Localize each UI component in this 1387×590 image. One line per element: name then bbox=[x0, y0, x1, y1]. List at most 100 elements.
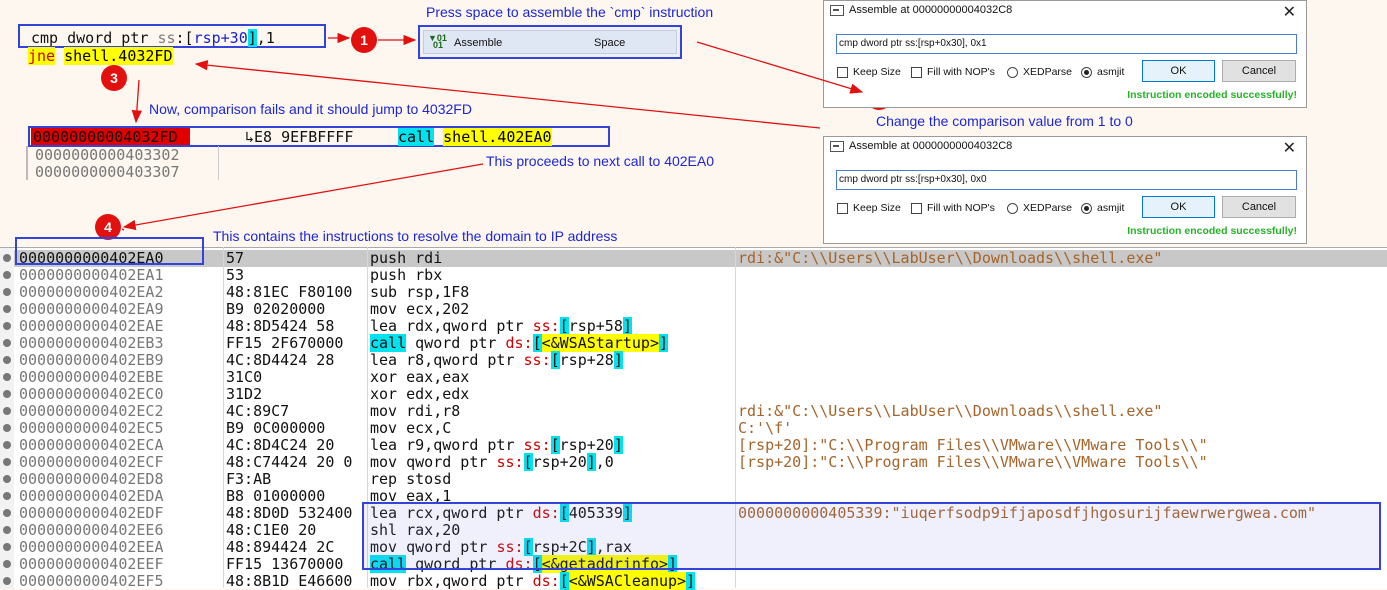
row-instruction: xor edx,edx bbox=[370, 386, 469, 403]
row-instruction: push rbx bbox=[370, 267, 442, 284]
bracket: ] bbox=[586, 453, 596, 471]
row-bytes: 31D2 bbox=[226, 386, 263, 403]
row-instruction: xor eax,eax bbox=[370, 369, 469, 386]
instr-text: xor eax,eax bbox=[370, 368, 470, 386]
breakpoint-dot-icon[interactable] bbox=[3, 458, 11, 466]
row-bytes: 48:C74424 20 0 bbox=[226, 454, 353, 471]
disasm-row[interactable]: 0000000000402EF5 48:8B1D E46600 mov rbx,qw… bbox=[14, 572, 1387, 590]
row-address: 0000000000402EDF bbox=[19, 504, 164, 522]
row-address: 0000000000402EBE bbox=[19, 368, 164, 386]
bracket: [ bbox=[559, 572, 569, 590]
instr-text: xor edx,edx bbox=[370, 385, 470, 403]
breakpoint-dot-icon[interactable] bbox=[3, 560, 11, 568]
breakpoint-dot-icon[interactable] bbox=[3, 407, 11, 415]
row-comment: C:'\f' bbox=[738, 419, 793, 437]
bracket: ] bbox=[613, 351, 623, 369]
segment: ss: bbox=[496, 453, 524, 471]
breakpoint-dot-icon[interactable] bbox=[3, 577, 11, 585]
breakpoint-dot-icon[interactable] bbox=[3, 424, 11, 432]
row-address: 0000000000402EB9 bbox=[19, 351, 164, 369]
entry-address-highlight bbox=[15, 237, 204, 265]
bracket: [ bbox=[550, 351, 560, 369]
row-instruction: mov ecx,202 bbox=[370, 301, 469, 318]
row-bytes: FF15 2F670000 bbox=[226, 335, 344, 352]
instr-text: push rbx bbox=[370, 266, 443, 284]
row-address: 0000000000402ECF bbox=[19, 453, 164, 471]
instr-text: push rdi bbox=[370, 249, 443, 267]
disasm-row[interactable]: 0000000000402ECA 4C:8D4C24 20 lea r9,qword… bbox=[14, 436, 1387, 454]
row-instruction: lea r8,qword ptr ss:[rsp+28] bbox=[370, 351, 623, 369]
disasm-row[interactable]: 0000000000402EB3 FF15 2F670000 call qword … bbox=[14, 334, 1387, 352]
instr-text: lea r8,qword ptr bbox=[370, 351, 524, 369]
row-address: 0000000000402EA9 bbox=[19, 300, 164, 318]
disasm-row[interactable]: 0000000000402EA1 53 push rbx bbox=[14, 267, 1387, 284]
row-address: 0000000000402EEF bbox=[19, 555, 164, 573]
row-comment: [rsp+20]:"C:\\Program Files\\VMware\\VMw… bbox=[738, 436, 1208, 454]
instr-text: mov rbx,qword ptr bbox=[370, 572, 533, 590]
disasm-row[interactable]: 0000000000402EC5 B9 0C000000 mov ecx,C C:'\… bbox=[14, 420, 1387, 437]
row-instruction: sub rsp,1F8 bbox=[370, 284, 469, 301]
breakpoint-dot-icon[interactable] bbox=[3, 441, 11, 449]
instr-text: mov ecx,202 bbox=[370, 300, 470, 318]
call-mnemonic: call bbox=[370, 334, 407, 352]
disasm-row[interactable]: 0000000000402EA2 48:81EC F80100 sub rsp,1F… bbox=[14, 284, 1387, 301]
breakpoint-dot-icon[interactable] bbox=[3, 288, 11, 296]
instr-text: lea r9,qword ptr bbox=[370, 436, 524, 454]
disasm-row[interactable]: 0000000000402EBE 31C0 xor eax,eax bbox=[14, 369, 1387, 386]
row-bytes: 48:8B1D E46600 bbox=[226, 573, 353, 590]
row-bytes: F3:AB bbox=[226, 471, 272, 488]
row-instruction: rep stosd bbox=[370, 471, 451, 488]
resolve-block-highlight bbox=[362, 502, 1381, 570]
breakpoint-dot-icon[interactable] bbox=[3, 271, 11, 279]
breakpoint-gutter[interactable] bbox=[0, 248, 14, 589]
disasm-row[interactable]: 0000000000402EA9 B9 02020000 mov ecx,202 bbox=[14, 301, 1387, 318]
row-instruction: mov qword ptr ss:[rsp+20],0 bbox=[370, 453, 614, 471]
instr-text: lea rdx,qword ptr bbox=[370, 317, 533, 335]
row-bytes: 48:81EC F80100 bbox=[226, 284, 353, 301]
disasm-row[interactable]: 0000000000402ECF 48:C74424 20 0 mov qword … bbox=[14, 453, 1387, 471]
breakpoint-dot-icon[interactable] bbox=[3, 475, 11, 483]
row-comment: rdi:&"C:\\Users\\LabUser\\Downloads\\she… bbox=[738, 249, 1163, 267]
disasm-row[interactable]: 0000000000402EB9 4C:8D4424 28 lea r8,qword… bbox=[14, 351, 1387, 369]
row-address: 0000000000402EAE bbox=[19, 317, 164, 335]
row-comment: [rsp+20]:"C:\\Program Files\\VMware\\VMw… bbox=[738, 453, 1208, 471]
disasm-row[interactable]: 0000000000402ED8 F3:AB rep stosd bbox=[14, 471, 1387, 488]
row-address: 0000000000402EC0 bbox=[19, 385, 164, 403]
row-bytes: 57 bbox=[226, 250, 245, 267]
row-bytes: B9 02020000 bbox=[226, 301, 326, 318]
row-address: 0000000000402EC5 bbox=[19, 419, 164, 437]
breakpoint-dot-icon[interactable] bbox=[3, 526, 11, 534]
bracket: ] bbox=[622, 317, 632, 335]
breakpoint-dot-icon[interactable] bbox=[3, 543, 11, 551]
instr-text: rsp+58 bbox=[568, 317, 623, 335]
breakpoint-dot-icon[interactable] bbox=[3, 509, 11, 517]
row-instruction: lea r9,qword ptr ss:[rsp+20] bbox=[370, 436, 623, 454]
breakpoint-dot-icon[interactable] bbox=[3, 322, 11, 330]
row-bytes: B9 0C000000 bbox=[226, 420, 326, 437]
bracket: [ bbox=[550, 436, 560, 454]
segment: ss: bbox=[523, 351, 551, 369]
bracket: [ bbox=[532, 334, 542, 352]
row-address: 0000000000402EA1 bbox=[19, 266, 164, 284]
row-address: 0000000000402ECA bbox=[19, 436, 164, 454]
breakpoint-dot-icon[interactable] bbox=[3, 492, 11, 500]
row-address: 0000000000402EA2 bbox=[19, 283, 164, 301]
disasm-row[interactable]: 0000000000402EC2 4C:89C7 mov rdi,r8 rdi:&"C… bbox=[14, 403, 1387, 420]
row-instruction: mov rbx,qword ptr ds:[<&WSACleanup>] bbox=[370, 572, 696, 590]
breakpoint-dot-icon[interactable] bbox=[3, 356, 11, 364]
row-instruction: mov rdi,r8 bbox=[370, 403, 460, 420]
bracket: ] bbox=[686, 572, 696, 590]
instr-text: rsp+28 bbox=[559, 351, 614, 369]
disasm-row[interactable]: 0000000000402EA0 57 push rdi rdi:&"C:\\User… bbox=[14, 250, 1387, 267]
row-address: 0000000000402EF5 bbox=[19, 572, 164, 590]
symbol-ref: <&WSAStartup> bbox=[541, 334, 659, 352]
breakpoint-dot-icon[interactable] bbox=[3, 339, 11, 347]
row-address: 0000000000402EE6 bbox=[19, 521, 164, 539]
breakpoint-dot-icon[interactable] bbox=[3, 390, 11, 398]
breakpoint-dot-icon[interactable] bbox=[3, 305, 11, 313]
disasm-row[interactable]: 0000000000402EAE 48:8D5424 58 lea rdx,qwor… bbox=[14, 317, 1387, 335]
disasm-row[interactable]: 0000000000402EC0 31D2 xor edx,edx bbox=[14, 386, 1387, 403]
breakpoint-dot-icon[interactable] bbox=[3, 373, 11, 381]
breakpoint-dot-icon[interactable] bbox=[3, 254, 11, 262]
column-divider-bytes bbox=[223, 247, 224, 588]
